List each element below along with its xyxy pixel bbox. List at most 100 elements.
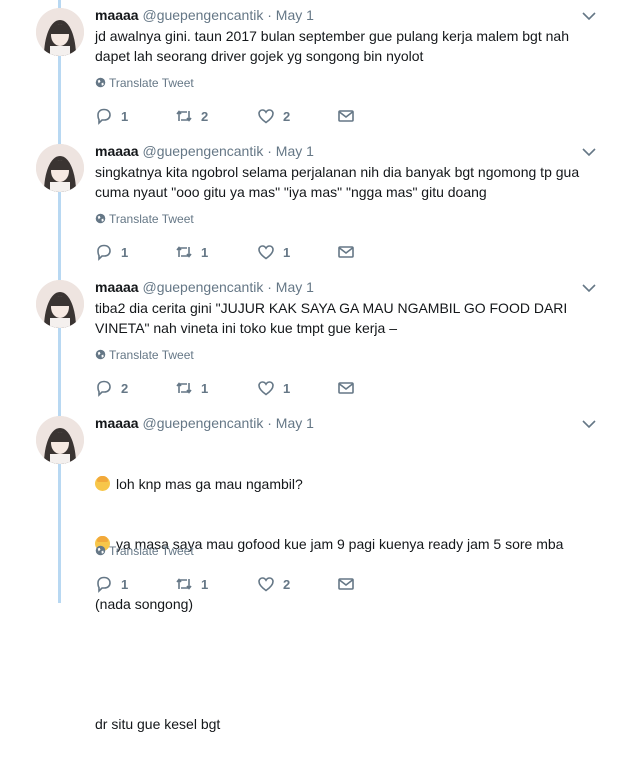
globe-icon — [95, 77, 106, 88]
envelope-icon — [338, 246, 354, 258]
translate-tweet-link[interactable]: Translate Tweet — [95, 348, 194, 362]
retweet-icon — [176, 246, 192, 258]
translate-tweet-link[interactable]: Translate Tweet — [95, 212, 194, 226]
avatar[interactable] — [36, 416, 84, 464]
username[interactable]: @guepengencantik — [142, 7, 263, 23]
separator-dot: · — [267, 279, 272, 295]
reply-button[interactable]: 1 — [95, 574, 128, 594]
like-button[interactable]: 1 — [257, 378, 290, 398]
reply-icon — [97, 380, 111, 397]
tweet-date[interactable]: May 1 — [276, 415, 314, 431]
tweet-text: singkatnya kita ngobrol selama perjalana… — [95, 162, 615, 202]
tweet-text-line: tiba2 dia cerita gini "JUJUR KAK SAYA GA… — [95, 300, 568, 316]
username[interactable]: @guepengencantik — [142, 415, 263, 431]
tweet-text: tiba2 dia cerita gini "JUJUR KAK SAYA GA… — [95, 298, 615, 338]
translate-tweet-link[interactable]: Translate Tweet — [95, 544, 194, 558]
retweet-icon — [176, 110, 192, 122]
tweet-text: loh knp mas ga mau ngambil? ya masa saya… — [95, 434, 615, 774]
retweet-count: 1 — [201, 380, 209, 396]
display-name[interactable]: maaaa — [95, 143, 139, 159]
avatar[interactable] — [36, 144, 84, 192]
globe-icon — [95, 213, 106, 224]
tweet-date[interactable]: May 1 — [276, 143, 314, 159]
retweet-button[interactable]: 1 — [175, 378, 208, 398]
envelope-icon — [338, 110, 354, 122]
reply-count: 2 — [121, 380, 129, 396]
translate-tweet-link[interactable]: Translate Tweet — [95, 76, 194, 90]
reply-button[interactable]: 1 — [95, 106, 128, 126]
display-name[interactable]: maaaa — [95, 279, 139, 295]
display-name[interactable]: maaaa — [95, 7, 139, 23]
retweet-icon — [176, 578, 192, 590]
chevron-down-icon[interactable] — [582, 283, 596, 293]
translate-label: Translate Tweet — [109, 544, 194, 558]
like-button[interactable]: 1 — [257, 242, 290, 262]
tweet-date[interactable]: May 1 — [276, 279, 314, 295]
tweet-header: maaaa @guepengencantik · May 1 — [95, 279, 314, 295]
tweet-text-line: VINETA" nah vineta ini toko kue tmpt gue… — [95, 320, 397, 336]
heart-icon — [258, 245, 274, 260]
like-count: 1 — [283, 244, 291, 260]
tweet-header: maaaa @guepengencantik · May 1 — [95, 7, 314, 23]
display-name[interactable]: maaaa — [95, 415, 139, 431]
reply-button[interactable]: 2 — [95, 378, 128, 398]
envelope-icon — [338, 578, 354, 590]
like-button[interactable]: 2 — [257, 106, 290, 126]
message-button[interactable] — [337, 574, 355, 594]
reply-count: 1 — [121, 576, 129, 592]
tweet-actions: 1 1 1 — [95, 242, 375, 262]
username[interactable]: @guepengencantik — [142, 143, 263, 159]
retweet-button[interactable]: 2 — [175, 106, 208, 126]
reply-count: 1 — [121, 108, 129, 124]
tweet-header: maaaa @guepengencantik · May 1 — [95, 415, 314, 431]
like-count: 1 — [283, 380, 291, 396]
like-count: 2 — [283, 576, 291, 592]
person-emoji-icon — [95, 476, 110, 491]
tweet-text-line: dr situ gue kesel bgt — [95, 716, 221, 732]
retweet-count: 1 — [201, 244, 209, 260]
envelope-icon — [338, 382, 354, 394]
separator-dot: · — [267, 415, 272, 431]
message-button[interactable] — [337, 378, 355, 398]
tweet-text-line: singkatnya kita ngobrol selama perjalana… — [95, 164, 580, 180]
translate-label: Translate Tweet — [109, 212, 194, 226]
globe-icon — [95, 545, 106, 556]
tweet-date[interactable]: May 1 — [276, 7, 314, 23]
retweet-button[interactable]: 1 — [175, 574, 208, 594]
reply-count: 1 — [121, 244, 129, 260]
message-button[interactable] — [337, 106, 355, 126]
tweet-text-line: cuma nyaut "ooo gitu ya mas" "iya mas" "… — [95, 184, 487, 200]
tweet-text-line: (nada songong) — [95, 596, 194, 612]
avatar[interactable] — [36, 8, 84, 56]
reply-icon — [97, 108, 111, 125]
tweet-text-line: dapet lah seorang driver gojek yg songon… — [95, 48, 424, 64]
globe-icon — [95, 349, 106, 360]
tweet-text-line: loh knp mas ga mau ngambil? — [95, 474, 615, 494]
reply-button[interactable]: 1 — [95, 242, 128, 262]
tweet-text-line-content: loh knp mas ga mau ngambil? — [116, 476, 303, 492]
retweet-button[interactable]: 1 — [175, 242, 208, 262]
tweet-header: maaaa @guepengencantik · May 1 — [95, 143, 314, 159]
chevron-down-icon[interactable] — [582, 147, 596, 157]
like-button[interactable]: 2 — [257, 574, 290, 594]
reply-icon — [97, 244, 111, 261]
tweet-actions: 2 1 1 — [95, 378, 375, 398]
separator-dot: · — [267, 7, 272, 23]
retweet-count: 2 — [201, 108, 209, 124]
heart-icon — [258, 577, 274, 592]
message-button[interactable] — [337, 242, 355, 262]
tweet-actions: 1 2 2 — [95, 106, 375, 126]
chevron-down-icon[interactable] — [582, 11, 596, 21]
heart-icon — [258, 381, 274, 396]
tweet-text-blank-line — [95, 654, 615, 674]
heart-icon — [258, 109, 274, 124]
chevron-down-icon[interactable] — [582, 419, 596, 429]
translate-label: Translate Tweet — [109, 76, 194, 90]
retweet-icon — [176, 382, 192, 394]
translate-label: Translate Tweet — [109, 348, 194, 362]
tweet-text-line: jd awalnya gini. taun 2017 bulan septemb… — [95, 28, 569, 44]
avatar[interactable] — [36, 280, 84, 328]
separator-dot: · — [267, 143, 272, 159]
like-count: 2 — [283, 108, 291, 124]
username[interactable]: @guepengencantik — [142, 279, 263, 295]
